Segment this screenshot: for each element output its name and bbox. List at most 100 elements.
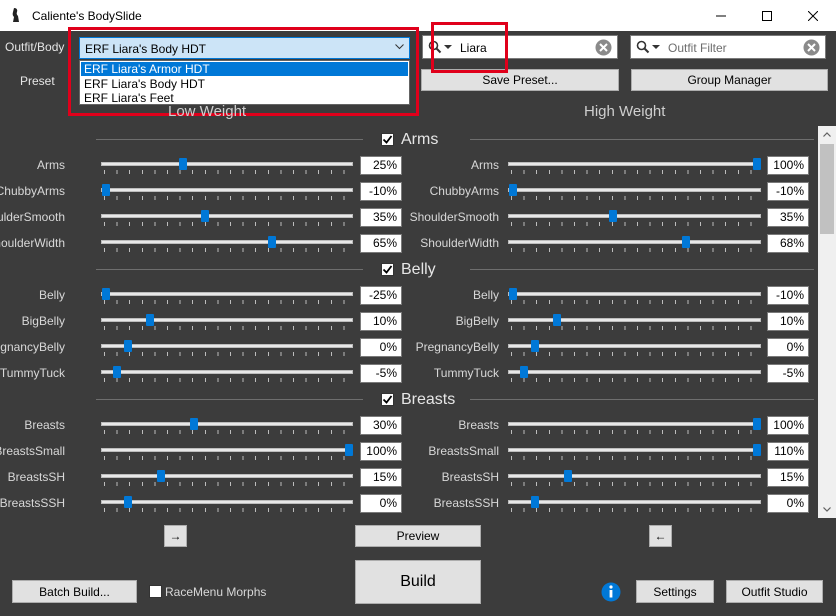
high-slider-value[interactable]: -10% [767, 182, 809, 201]
high-slider-value[interactable]: 15% [767, 468, 809, 487]
save-preset-button[interactable]: Save Preset... [421, 69, 619, 91]
maximize-button[interactable] [744, 0, 790, 31]
low-slider-value[interactable]: 0% [360, 338, 402, 357]
high-slider-track[interactable] [508, 474, 761, 478]
low-slider-track[interactable] [101, 240, 353, 244]
low-slider-thumb[interactable] [102, 184, 110, 196]
high-slider-track[interactable] [508, 188, 761, 192]
high-slider-track[interactable] [508, 344, 761, 348]
high-slider-track[interactable] [508, 370, 761, 374]
low-slider-track[interactable] [101, 214, 353, 218]
low-slider-thumb[interactable] [190, 418, 199, 430]
high-slider-thumb[interactable] [531, 496, 540, 508]
high-slider-value[interactable]: 100% [767, 416, 809, 435]
high-slider-track[interactable] [508, 500, 761, 504]
high-slider-thumb[interactable] [753, 158, 761, 170]
group-checkbox-belly[interactable] [381, 263, 394, 276]
high-slider-track[interactable] [508, 292, 761, 296]
racemenu-morphs-checkbox[interactable] [149, 585, 162, 598]
settings-button[interactable]: Settings [636, 580, 714, 603]
high-slider-value[interactable]: -10% [767, 286, 809, 305]
low-slider-track[interactable] [101, 162, 353, 166]
preview-button[interactable]: Preview [355, 525, 481, 547]
copy-to-high-button[interactable]: ← [649, 525, 672, 547]
low-slider-value[interactable]: -5% [360, 364, 402, 383]
high-slider-track[interactable] [508, 240, 761, 244]
low-slider-track[interactable] [101, 370, 353, 374]
high-slider-value[interactable]: 110% [767, 442, 809, 461]
outfit-studio-button[interactable]: Outfit Studio [726, 580, 823, 603]
low-slider-track[interactable] [101, 474, 353, 478]
low-slider-value[interactable]: 10% [360, 312, 402, 331]
scroll-up-button[interactable] [818, 126, 836, 143]
low-slider-thumb[interactable] [146, 314, 155, 326]
low-slider-value[interactable]: 15% [360, 468, 402, 487]
low-slider-value[interactable]: 25% [360, 156, 402, 175]
low-slider-track[interactable] [101, 318, 353, 322]
high-slider-thumb[interactable] [553, 314, 562, 326]
minimize-button[interactable] [698, 0, 744, 31]
low-slider-thumb[interactable] [124, 340, 133, 352]
low-slider-track[interactable] [101, 448, 353, 452]
group-checkbox-breasts[interactable] [381, 393, 394, 406]
info-icon[interactable] [601, 582, 621, 602]
high-slider-thumb[interactable] [682, 236, 691, 248]
high-slider-track[interactable] [508, 448, 761, 452]
high-slider-thumb[interactable] [608, 210, 617, 222]
close-button[interactable] [790, 0, 836, 31]
high-slider-track[interactable] [508, 422, 761, 426]
outfit-filter-input[interactable]: Outfit Filter [630, 35, 826, 59]
low-slider-value[interactable]: 30% [360, 416, 402, 435]
high-slider-thumb[interactable] [753, 418, 761, 430]
scrollbar-thumb[interactable] [820, 144, 834, 234]
high-slider-value[interactable]: 10% [767, 312, 809, 331]
scroll-down-button[interactable] [818, 501, 836, 518]
low-slider-thumb[interactable] [179, 158, 188, 170]
high-slider-thumb[interactable] [520, 366, 529, 378]
low-slider-thumb[interactable] [345, 444, 353, 456]
low-slider-value[interactable]: -10% [360, 182, 402, 201]
high-slider-value[interactable]: 68% [767, 234, 809, 253]
low-slider-thumb[interactable] [102, 288, 110, 300]
group-manager-button[interactable]: Group Manager [631, 69, 828, 91]
copy-to-low-button[interactable]: → [164, 525, 187, 547]
low-slider-thumb[interactable] [113, 366, 122, 378]
high-slider-value[interactable]: -5% [767, 364, 809, 383]
high-slider-thumb[interactable] [753, 444, 761, 456]
low-slider-value[interactable]: -25% [360, 286, 402, 305]
low-slider-track[interactable] [101, 188, 353, 192]
low-slider-value[interactable]: 35% [360, 208, 402, 227]
high-slider-thumb[interactable] [564, 470, 573, 482]
clear-search-icon[interactable] [595, 39, 612, 56]
batch-build-button[interactable]: Batch Build... [12, 580, 137, 603]
high-slider-thumb[interactable] [509, 288, 517, 300]
low-slider-track[interactable] [101, 344, 353, 348]
high-slider-track[interactable] [508, 214, 761, 218]
low-slider-value[interactable]: 100% [360, 442, 402, 461]
low-slider-track[interactable] [101, 422, 353, 426]
clear-filter-icon[interactable] [803, 39, 820, 56]
low-slider-thumb[interactable] [124, 496, 133, 508]
low-slider-value[interactable]: 0% [360, 494, 402, 513]
high-slider-value[interactable]: 0% [767, 494, 809, 513]
low-slider-track[interactable] [101, 500, 353, 504]
high-slider-thumb[interactable] [531, 340, 540, 352]
high-slider-value[interactable]: 35% [767, 208, 809, 227]
low-slider-value[interactable]: 65% [360, 234, 402, 253]
high-slider-thumb[interactable] [509, 184, 517, 196]
low-slider-thumb[interactable] [157, 470, 166, 482]
low-slider-track[interactable] [101, 292, 353, 296]
low-slider-thumb[interactable] [201, 210, 210, 222]
outfit-select[interactable]: ERF Liara's Body HDT [79, 37, 410, 59]
high-slider-value[interactable]: 0% [767, 338, 809, 357]
group-checkbox-arms[interactable] [381, 133, 394, 146]
high-slider-value[interactable]: 100% [767, 156, 809, 175]
outfit-search-input[interactable]: Liara [422, 35, 618, 59]
high-slider-track[interactable] [508, 162, 761, 166]
build-button[interactable]: Build [355, 560, 481, 604]
low-slider-thumb[interactable] [267, 236, 276, 248]
slider-scrollbar[interactable] [818, 126, 836, 518]
high-slider-track[interactable] [508, 318, 761, 322]
dropdown-option[interactable]: ERF Liara's Body HDT [81, 77, 408, 91]
dropdown-option[interactable]: ERF Liara's Armor HDT [81, 62, 408, 76]
